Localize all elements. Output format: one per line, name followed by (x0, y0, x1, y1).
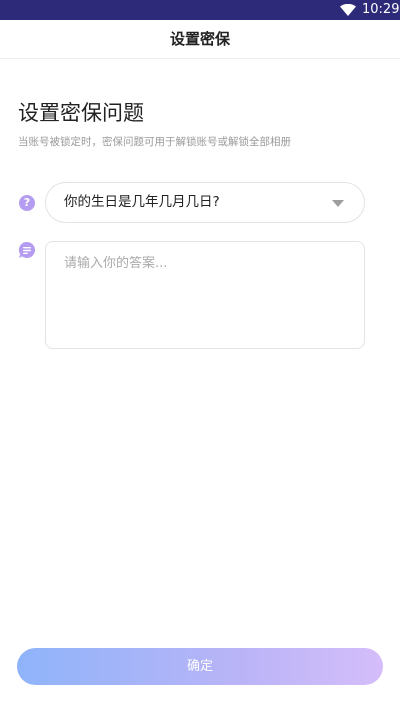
status-bar: 10:29 (0, 0, 400, 20)
status-time: 10:29 (362, 2, 400, 17)
confirm-button[interactable]: 确定 (17, 648, 383, 685)
wifi-icon (340, 4, 356, 16)
answer-box (45, 241, 365, 349)
security-question-select[interactable]: 你的生日是几年几月几日? (45, 182, 365, 223)
app-bar: 设置密保 (0, 20, 400, 59)
chat-icon (18, 241, 35, 258)
section-description: 当账号被锁定时，密保问题可用于解锁账号或解锁全部相册 (18, 136, 291, 148)
selected-question: 你的生日是几年几月几日? (64, 194, 220, 210)
caret-down-icon (332, 200, 344, 207)
section-heading: 设置密保问题 (18, 101, 144, 125)
question-icon: ? (19, 195, 35, 211)
page-title: 设置密保 (169, 30, 230, 48)
answer-input[interactable] (46, 242, 364, 348)
